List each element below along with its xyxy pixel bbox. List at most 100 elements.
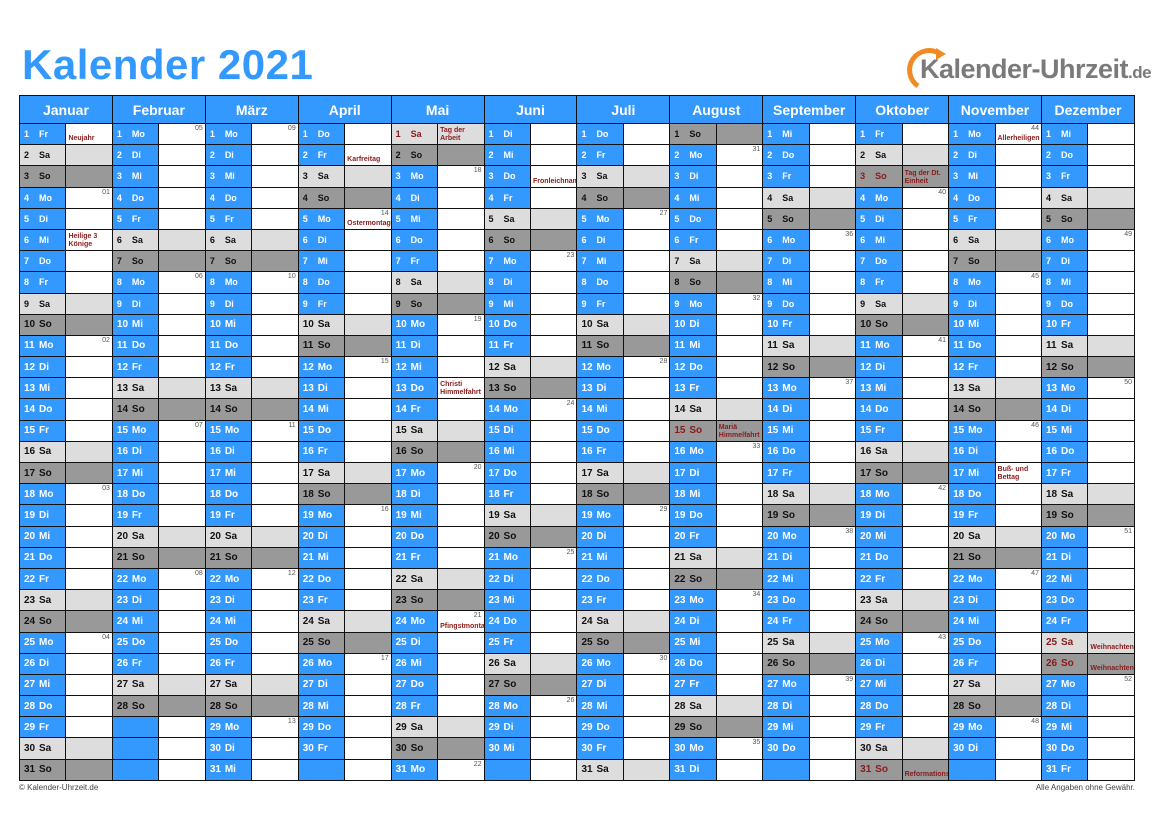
day-note-cell[interactable] (1087, 250, 1135, 273)
day-note-cell[interactable] (901, 250, 950, 273)
day-note-cell[interactable]: Tag der Dt. Einheit (901, 165, 950, 188)
day-note-cell[interactable] (808, 483, 857, 506)
day-note-cell[interactable] (808, 610, 857, 633)
day-note-cell[interactable] (622, 377, 671, 400)
day-note-cell[interactable]: 35 (715, 737, 764, 760)
day-note-cell[interactable] (901, 144, 950, 167)
day-note-cell[interactable] (715, 695, 764, 718)
day-note-cell[interactable] (344, 122, 392, 146)
day-note-cell[interactable] (529, 356, 578, 379)
day-note-cell[interactable] (344, 186, 392, 209)
day-note-cell[interactable] (1087, 419, 1135, 442)
day-note-cell[interactable] (158, 334, 206, 358)
day-note-cell[interactable] (529, 144, 578, 167)
day-note-cell[interactable] (715, 377, 764, 400)
day-note-cell[interactable]: 29 (622, 504, 671, 527)
day-note-cell[interactable] (437, 695, 485, 718)
day-note-cell[interactable]: 21 Pfingstmontag (437, 610, 485, 633)
day-note-cell[interactable] (994, 652, 1042, 675)
day-note-cell[interactable] (65, 695, 113, 718)
day-note-cell[interactable] (344, 228, 392, 252)
day-note-cell[interactable] (251, 525, 299, 548)
day-note-cell[interactable] (994, 631, 1042, 654)
day-note-cell[interactable] (344, 398, 392, 421)
day-note-cell[interactable] (1087, 567, 1135, 591)
day-note-cell[interactable] (808, 356, 857, 379)
day-note-cell[interactable] (65, 567, 113, 591)
day-note-cell[interactable] (808, 631, 857, 654)
day-note-cell[interactable] (715, 716, 764, 739)
day-note-cell[interactable] (994, 228, 1042, 252)
day-note-cell[interactable] (622, 483, 671, 506)
day-note-cell[interactable] (994, 440, 1042, 464)
day-note-cell[interactable] (65, 398, 113, 421)
day-note-cell[interactable]: 09 (251, 122, 299, 146)
day-note-cell[interactable]: 22 (437, 758, 485, 781)
day-note-cell[interactable]: 41 (901, 334, 950, 358)
day-note-cell[interactable] (529, 567, 578, 591)
day-note-cell[interactable] (715, 271, 764, 294)
day-note-cell[interactable] (529, 737, 578, 760)
day-note-cell[interactable] (808, 695, 857, 718)
day-note-cell[interactable] (344, 589, 392, 612)
day-note-cell[interactable] (901, 461, 950, 485)
day-note-cell[interactable] (901, 377, 950, 400)
day-note-cell[interactable] (715, 250, 764, 273)
day-note-cell[interactable] (622, 122, 671, 146)
day-note-cell[interactable]: 34 (715, 589, 764, 612)
day-note-cell[interactable] (994, 144, 1042, 167)
day-note-cell[interactable] (622, 271, 671, 294)
day-note-cell[interactable]: 14 Ostermontag (344, 207, 392, 230)
day-note-cell[interactable] (1087, 207, 1135, 230)
day-note-cell[interactable] (622, 228, 671, 252)
day-note-cell[interactable] (1087, 737, 1135, 760)
day-note-cell[interactable] (158, 377, 206, 400)
day-note-cell[interactable] (994, 525, 1042, 548)
day-note-cell[interactable] (437, 250, 485, 273)
day-note-cell[interactable] (251, 356, 299, 379)
day-note-cell[interactable] (251, 737, 299, 760)
day-note-cell[interactable] (994, 292, 1042, 315)
day-note-cell[interactable] (158, 461, 206, 485)
day-note-cell[interactable]: 05 (158, 122, 206, 146)
day-note-cell[interactable] (437, 504, 485, 527)
day-note-cell[interactable] (901, 737, 950, 760)
day-note-cell[interactable]: 25 (529, 546, 578, 569)
day-note-cell[interactable]: 06 (158, 271, 206, 294)
day-note-cell[interactable] (901, 356, 950, 379)
empty-cell[interactable] (158, 716, 206, 739)
day-note-cell[interactable] (158, 186, 206, 209)
day-note-cell[interactable]: 07 (158, 419, 206, 442)
day-note-cell[interactable] (437, 631, 485, 654)
day-note-cell[interactable]: 30 (622, 652, 671, 675)
day-note-cell[interactable] (344, 165, 392, 188)
day-note-cell[interactable] (808, 313, 857, 336)
day-note-cell[interactable] (715, 546, 764, 569)
day-note-cell[interactable] (344, 292, 392, 315)
day-note-cell[interactable] (437, 483, 485, 506)
empty-cell[interactable] (344, 758, 392, 781)
day-note-cell[interactable] (622, 567, 671, 591)
day-note-cell[interactable] (529, 377, 578, 400)
day-note-cell[interactable]: Tag der Arbeit (437, 122, 485, 146)
day-note-cell[interactable] (994, 313, 1042, 336)
day-note-cell[interactable] (715, 610, 764, 633)
day-note-cell[interactable] (65, 673, 113, 697)
day-note-cell[interactable]: 13 (251, 716, 299, 739)
day-note-cell[interactable] (251, 546, 299, 569)
day-note-cell[interactable] (901, 122, 950, 146)
day-note-cell[interactable] (65, 504, 113, 527)
day-note-cell[interactable] (344, 271, 392, 294)
day-note-cell[interactable] (808, 567, 857, 591)
day-note-cell[interactable] (437, 356, 485, 379)
day-note-cell[interactable] (529, 589, 578, 612)
day-note-cell[interactable]: 46 (994, 419, 1042, 442)
day-note-cell[interactable] (158, 546, 206, 569)
day-note-cell[interactable] (715, 758, 764, 781)
day-note-cell[interactable]: 24 (529, 398, 578, 421)
day-note-cell[interactable] (715, 186, 764, 209)
day-note-cell[interactable] (158, 483, 206, 506)
day-note-cell[interactable]: 43 (901, 631, 950, 654)
day-note-cell[interactable]: Weihnachten (1087, 652, 1135, 675)
day-note-cell[interactable]: 03 (65, 483, 113, 506)
